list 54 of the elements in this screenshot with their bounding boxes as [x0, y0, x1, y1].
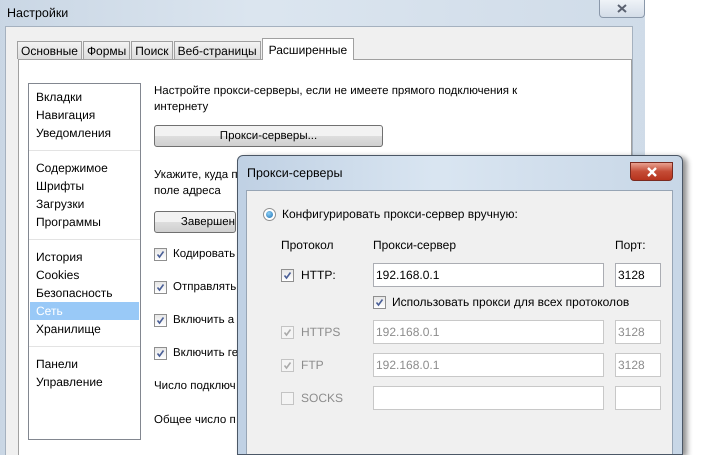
sidebar-item[interactable]: История	[30, 248, 139, 266]
protocol-label: SOCKS	[301, 391, 344, 405]
proxy-description: Настройте прокси-серверы, если не имеете прямого подключения к интернету	[154, 84, 518, 115]
sidebar-item[interactable]: Панели	[30, 355, 139, 373]
column-header: Порт:	[615, 238, 647, 254]
checkbox[interactable]	[154, 248, 167, 260]
tab[interactable]: Поиск	[131, 41, 173, 59]
protocol-label: HTTPS	[301, 325, 340, 339]
setting-label: Число подключ	[154, 379, 236, 394]
checkbox[interactable]	[154, 346, 167, 360]
sidebar-item[interactable]: Безопасность	[30, 284, 139, 302]
port-field[interactable]: 3128	[615, 263, 661, 287]
sidebar-item[interactable]: Хранилище	[30, 320, 139, 338]
port-field[interactable]	[615, 386, 661, 410]
sidebar-item[interactable]: Навигация	[30, 106, 139, 124]
checkbox-label: Отправлять	[173, 280, 236, 295]
sidebar-item[interactable]: Cookies	[30, 266, 139, 284]
sidebar-item[interactable]: Программы	[30, 213, 139, 231]
checkbox[interactable]	[281, 268, 294, 282]
column-header: Протокол	[281, 238, 335, 254]
setting-label: Общее число п	[154, 413, 236, 428]
checkbox-label: Включить ге	[173, 346, 238, 361]
sidebar-item[interactable]: Загрузки	[30, 195, 139, 213]
protocol-label: FTP	[301, 358, 324, 372]
window-title: Настройки	[7, 6, 68, 20]
protocol-label: HTTP:	[301, 268, 336, 282]
close-icon	[617, 4, 627, 13]
sidebar-item[interactable]: Управление	[30, 373, 139, 391]
sidebar-item[interactable]: Шрифты	[30, 177, 139, 195]
close-icon	[646, 166, 658, 176]
host-field[interactable]: 192.168.0.1	[373, 263, 604, 287]
tab[interactable]: Основные	[17, 41, 82, 59]
finish-button[interactable]: Завершен	[154, 211, 236, 233]
dialog-title: Прокси-серверы	[247, 166, 342, 180]
close-button[interactable]	[599, 0, 645, 18]
host-field[interactable]	[373, 386, 604, 410]
checkbox[interactable]	[373, 296, 386, 308]
tab[interactable]: Расширенные	[262, 38, 354, 60]
checkbox[interactable]	[154, 280, 167, 294]
checkbox-label: Включить а	[173, 313, 234, 328]
radio-button[interactable]	[263, 208, 276, 220]
sidebar-item[interactable]: Уведомления	[30, 124, 139, 142]
radio-label: Конфигурировать прокси-сервер вручную:	[282, 207, 518, 221]
close-button[interactable]	[630, 162, 673, 181]
sidebar-item[interactable]: Вкладки	[30, 88, 139, 106]
checkbox-label: Кодировать	[173, 247, 236, 262]
tab[interactable]: Веб-страницы	[174, 41, 261, 59]
column-header: Прокси-сервер	[373, 238, 457, 254]
proxy-servers-button[interactable]: Прокси-серверы...	[154, 125, 383, 147]
tab[interactable]: Формы	[82, 41, 130, 59]
checkbox-label: Использовать прокси для всех протоколов	[392, 295, 630, 309]
sidebar-item[interactable]: Содержимое	[30, 159, 139, 177]
checkbox[interactable]	[154, 314, 167, 326]
address-description: Укажите, куда п поле адреса	[154, 168, 238, 199]
